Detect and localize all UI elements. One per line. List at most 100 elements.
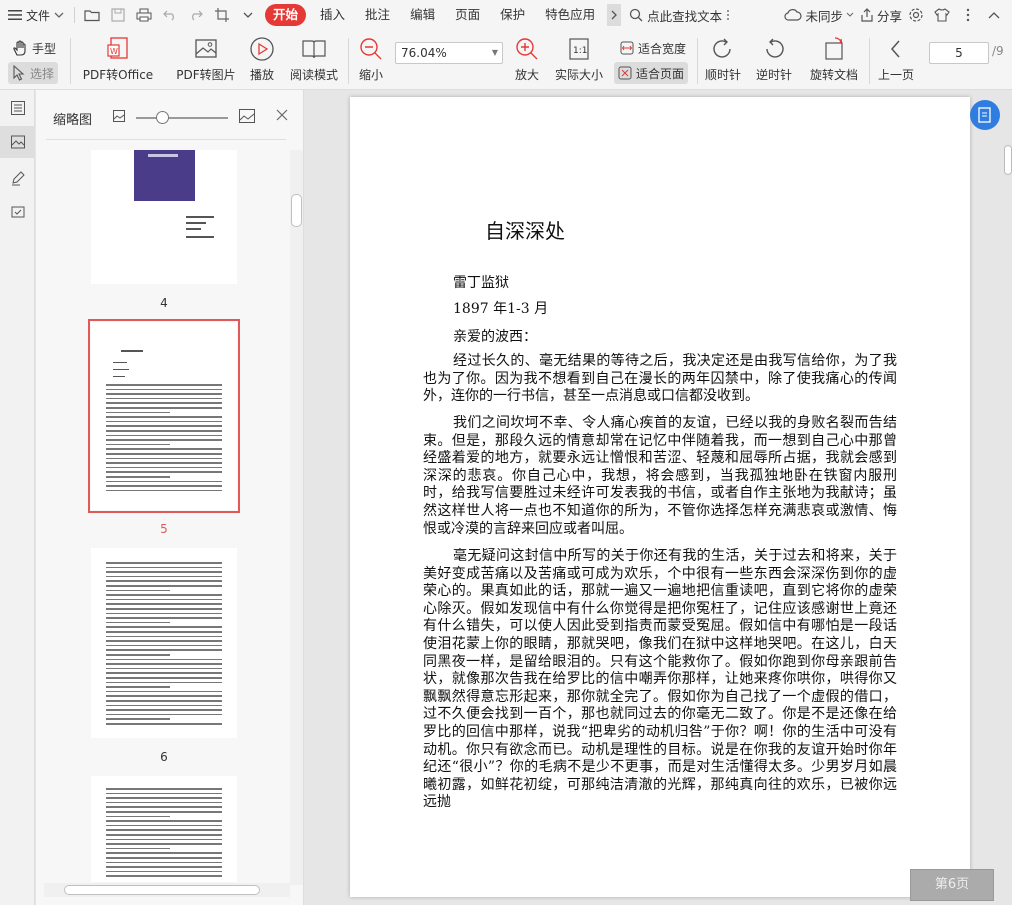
chevron-up-icon [988, 12, 1000, 19]
page-thumbnail-4[interactable] [91, 150, 237, 284]
book-icon [302, 40, 326, 59]
more-vertical-icon [727, 10, 730, 20]
thumbnail-vertical-scrollbar[interactable] [290, 150, 303, 885]
rotate-clockwise-button[interactable]: 顺时针 [703, 36, 743, 83]
page-thumbnail-7[interactable] [91, 776, 237, 882]
page-thumbnail-5[interactable] [88, 319, 240, 513]
thumbnail-text-line [106, 594, 222, 596]
save-button[interactable] [105, 3, 131, 27]
undo-button[interactable] [157, 3, 183, 27]
cloud-sync-icon [784, 9, 803, 21]
tabs-scroll-right[interactable] [607, 4, 622, 26]
tab-annotate[interactable]: 批注 [355, 4, 400, 26]
print-button[interactable] [131, 3, 157, 27]
chevron-right-icon [611, 10, 618, 20]
thumbnail-text-line [106, 571, 222, 573]
tab-page[interactable]: 页面 [445, 4, 490, 26]
tab-insert[interactable]: 插入 [310, 4, 355, 26]
previous-page-button[interactable]: 上一页 [876, 36, 916, 83]
open-folder-button[interactable] [79, 3, 105, 27]
play-button[interactable]: 播放 [244, 36, 280, 83]
read-mode-label: 阅读模式 [289, 68, 338, 82]
thumbnail-text-line [106, 430, 222, 432]
thumbnail-panel-button[interactable] [0, 126, 35, 158]
floating-convert-button[interactable] [970, 100, 1000, 130]
printer-icon [136, 8, 152, 22]
tab-features[interactable]: 特色应用 [535, 4, 605, 26]
thumbnail-text-line [106, 476, 170, 478]
page-thumbnail-number: 4 [160, 296, 168, 310]
rotate-counterclockwise-button[interactable]: 逆时针 [754, 36, 794, 83]
settings-button[interactable] [904, 3, 928, 27]
current-page-input[interactable]: 5 [929, 42, 989, 64]
thumbnail-text-line [106, 466, 222, 469]
pdf-to-image-button[interactable]: PDF转图片 [176, 36, 236, 83]
thumbnail-text-line [106, 626, 222, 628]
thumbnail-text-line [106, 580, 222, 582]
file-menu-label: 文件 [26, 8, 51, 23]
hand-tool-button[interactable]: 手型 [8, 37, 60, 59]
more-button[interactable] [956, 3, 980, 27]
rotate-document-icon [825, 37, 843, 60]
thumbnail-text-line [106, 448, 222, 450]
thumbnail-text-line [106, 686, 170, 688]
redo-button[interactable] [183, 3, 209, 27]
thumbnail-text-line [106, 621, 170, 624]
zoom-out-button[interactable]: 缩小 [356, 36, 386, 83]
document-paragraph: 毫无疑问这封信中所写的关于你还有我的生活，关于过去和将来，关于美好变成苦痛以及苦… [423, 548, 897, 811]
thumbnail-text-line [106, 792, 222, 795]
thumbnail-size-slider-knob[interactable] [156, 111, 169, 124]
thumbnail-text-line [106, 649, 222, 651]
fit-page-button[interactable]: 适合页面 [614, 62, 689, 84]
actual-size-button[interactable]: 1:1 实际大小 [553, 36, 605, 83]
outline-panel-button[interactable] [0, 92, 35, 124]
thumbnail-text-line [106, 603, 222, 605]
document-vertical-scrollbar[interactable] [1002, 140, 1012, 220]
read-mode-button[interactable]: 阅读模式 [288, 36, 340, 83]
thumbnail-text-line [106, 434, 222, 437]
file-menu[interactable]: 文件 [0, 0, 70, 30]
fit-width-button[interactable]: 适合宽度 [616, 37, 690, 59]
quick-access-more[interactable] [235, 3, 261, 27]
zoom-in-icon [516, 38, 538, 60]
skin-button[interactable] [930, 3, 954, 27]
fit-width-icon [620, 41, 634, 55]
document-title: 自深深处 [485, 219, 565, 243]
thumbnail-text-line [106, 654, 170, 656]
zoom-in-button[interactable]: 放大 [512, 36, 542, 83]
collapse-ribbon-button[interactable] [982, 3, 1006, 27]
crop-button[interactable] [209, 3, 235, 27]
thumbnail-horizontal-scrollbar[interactable] [44, 883, 290, 897]
thumbnail-text-line [106, 485, 222, 487]
zoom-level-select[interactable]: 76.04% ▼ [395, 42, 503, 64]
pdf-to-office-button[interactable]: W PDF转Office [82, 36, 154, 83]
tab-start[interactable]: 开始 [265, 4, 307, 26]
thumbnail-text-line [106, 672, 222, 674]
close-panel-button[interactable] [276, 109, 288, 124]
convert-doc-icon [978, 107, 991, 123]
search-command[interactable]: 点此查找文本 [629, 6, 730, 25]
select-tool-button[interactable]: 选择 [8, 62, 59, 84]
share-button[interactable]: 分享 [860, 3, 902, 27]
page-thumbnail-6[interactable] [91, 548, 237, 738]
menu-bar: 文件 开始 插入 批注 编辑 页面 保护 特色应用 点此查找文本 未同步 分享 [0, 0, 1012, 30]
thumbnail-text-line [106, 608, 222, 610]
thumbnail-text-line [106, 811, 222, 813]
sync-button[interactable]: 未同步 [784, 3, 854, 27]
document-paragraph: 经过长久的、毫无结果的等待之后，我决定还是由我写信给你，为了我也为了你。因为我不… [423, 353, 897, 405]
tab-edit[interactable]: 编辑 [400, 4, 445, 26]
thumbnail-text-line [106, 585, 222, 587]
play-icon [250, 37, 274, 61]
hamburger-icon [8, 10, 22, 20]
annotation-panel-button[interactable] [0, 162, 35, 194]
rotate-clockwise-label: 顺时针 [704, 68, 741, 82]
document-view[interactable]: 自深深处 雷丁监狱 1897 年1-3 月 亲爱的波西： 经过长久的、毫无结果的… [305, 90, 1012, 905]
select-tool-label: 选择 [30, 66, 55, 81]
thumbnail-size-slider[interactable] [136, 117, 228, 119]
save-icon [111, 8, 125, 22]
rotate-cw-icon [713, 38, 731, 58]
rotate-document-button[interactable]: 旋转文档 [806, 36, 862, 83]
attachment-panel-button[interactable] [0, 196, 35, 228]
thumbnail-text-line [106, 709, 222, 711]
tab-protect[interactable]: 保护 [490, 4, 535, 26]
